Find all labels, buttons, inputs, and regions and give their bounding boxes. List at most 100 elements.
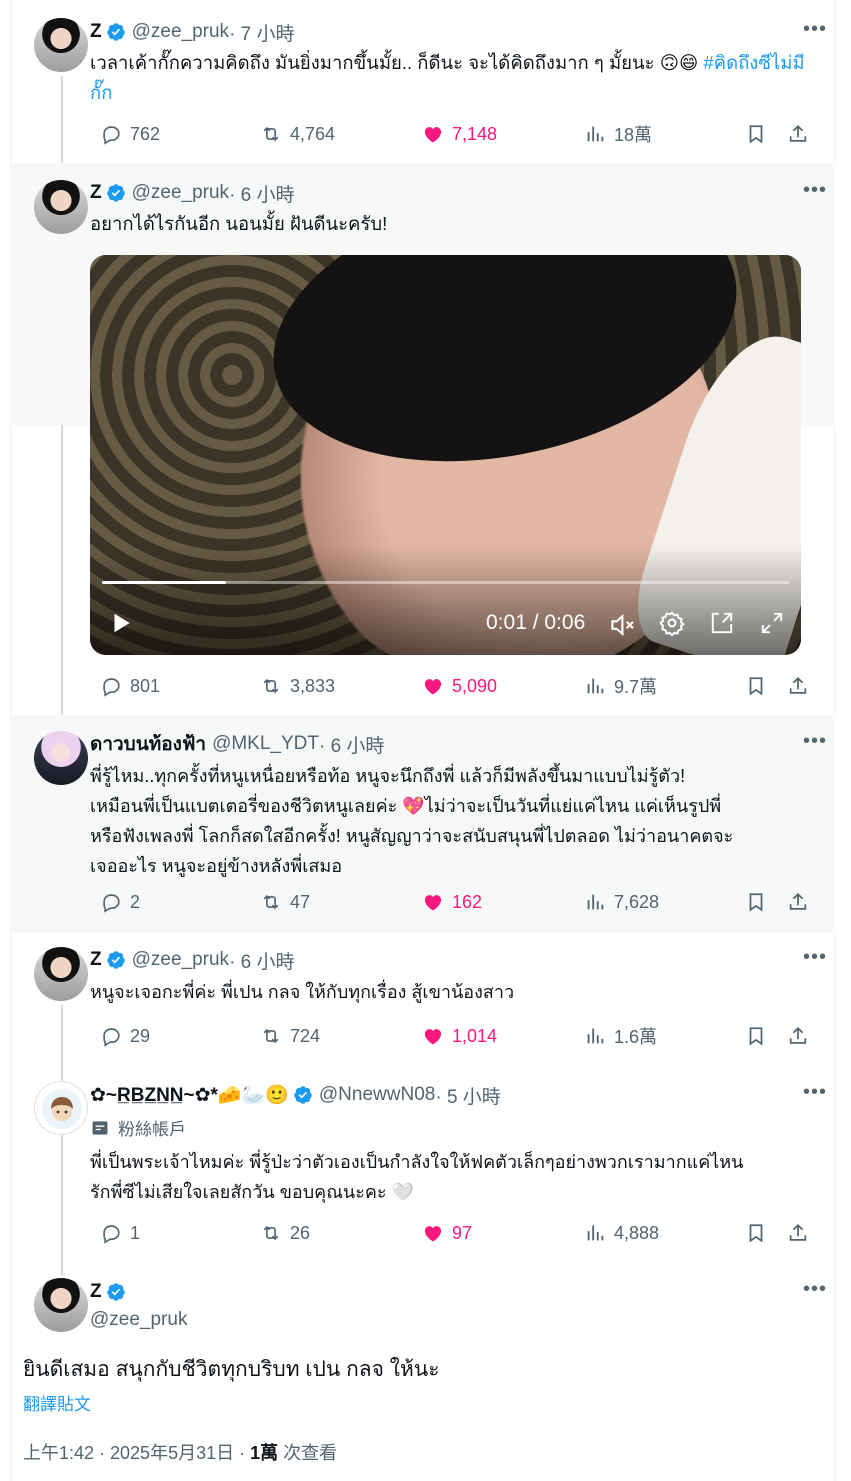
reply-icon [100,1025,122,1047]
timestamp[interactable]: · 5 小時 [435,1082,500,1109]
fan-account-label: 粉絲帳戶 [90,1115,186,1140]
avatar[interactable] [34,1278,88,1332]
bookmark-button[interactable] [745,671,775,701]
pip-icon[interactable] [709,610,735,636]
main-tweet-handle-row: @zee_pruk [90,1306,187,1334]
tweet-header: Z @zee_pruk · 6 小時 [90,946,295,974]
display-name[interactable]: Z [90,949,102,971]
action-bar: 2 47 162 7,628 [90,887,810,917]
timestamp[interactable]: · 6 小時 [229,180,294,207]
share-button[interactable] [787,119,817,149]
video-progress-bar[interactable] [102,581,789,584]
reply-icon [100,1222,122,1244]
play-icon[interactable] [108,610,134,636]
display-name[interactable]: ดาวบนท้องฟ้า [90,729,206,759]
views-icon [584,675,606,697]
bookmark-button[interactable] [745,887,775,917]
more-icon[interactable]: ••• [803,180,827,207]
views-button[interactable]: 18萬 [584,119,652,149]
share-button[interactable] [787,887,817,917]
like-button[interactable]: 97 [422,1218,472,1248]
handle[interactable]: @MKL_YDT [212,733,319,755]
verified-icon [106,183,126,203]
more-icon[interactable]: ••• [803,947,827,974]
view-count: 7,628 [614,891,660,912]
display-name[interactable]: Z [90,21,102,43]
views-button[interactable]: 9.7萬 [584,671,657,701]
more-icon[interactable]: ••• [803,731,827,758]
more-icon[interactable]: ••• [803,1082,827,1109]
video-progress-fill [102,581,226,584]
handle[interactable]: @NnewwN08 [319,1084,435,1106]
repost-button[interactable]: 3,833 [260,671,335,701]
tweet-text-line: หรือฟังเพลงพี่ โลกก็สดใสอีกครั้ง! หนูสัญ… [90,826,734,846]
action-bar: 801 3,833 5,090 9.7萬 [90,671,810,701]
repost-button[interactable]: 26 [260,1218,310,1248]
avatar[interactable] [34,731,88,785]
heart-icon [422,1025,444,1047]
views-icon [584,123,606,145]
verified-icon [106,950,126,970]
main-timestamp[interactable]: 上午1:42 · 2025年5月31日 · [23,1443,250,1463]
tweet-text: พี่เป็นพระเจ้าไหมค่ะ พี่รู้ป่ะว่าตัวเองเ… [90,1147,815,1207]
avatar[interactable] [34,1081,88,1135]
reply-button[interactable]: 762 [100,119,160,149]
repost-icon [260,675,282,697]
views-button[interactable]: 7,628 [584,887,659,917]
share-button[interactable] [787,1218,817,1248]
display-name[interactable]: ✿~R̲B̲Z̲N̲N̲~✿*🧀🦢🙂 [90,1083,289,1107]
timestamp[interactable]: · 6 小時 [319,731,384,758]
repost-button[interactable]: 724 [260,1021,320,1051]
video-player[interactable]: 0:01 / 0:06 [90,255,801,655]
handle[interactable]: @zee_pruk [132,21,229,43]
like-button[interactable]: 1,014 [422,1021,497,1051]
settings-icon[interactable] [659,610,685,636]
reply-button[interactable]: 801 [100,671,160,701]
handle[interactable]: @zee_pruk [90,1309,187,1331]
handle[interactable]: @zee_pruk [132,949,229,971]
reply-button[interactable]: 1 [100,1218,140,1248]
repost-icon [260,123,282,145]
repost-count: 26 [290,1222,311,1243]
like-button[interactable]: 162 [422,887,482,917]
fullscreen-icon[interactable] [759,610,785,636]
repost-button[interactable]: 47 [260,887,310,917]
tweet-text-body: เวลาเค้ากั๊กความคิดถึง มันยิ่งมากขึ้นมั้… [90,52,699,73]
display-name[interactable]: Z [90,1281,102,1303]
share-button[interactable] [787,671,817,701]
bookmark-icon [745,891,767,913]
share-button[interactable] [787,1021,817,1051]
avatar[interactable] [34,947,88,1001]
main-view-label: 次查看 [278,1443,338,1463]
like-button[interactable]: 5,090 [422,671,497,701]
reply-button[interactable]: 29 [100,1021,150,1051]
tweet-header: ดาวบนท้องฟ้า @MKL_YDT · 6 小時 [90,730,384,758]
like-button[interactable]: 7,148 [422,119,497,149]
avatar[interactable] [34,18,88,72]
reply-button[interactable]: 2 [100,887,140,917]
avatar[interactable] [34,180,88,234]
video-controls-shade [90,545,801,655]
display-name[interactable]: Z [90,182,102,204]
timestamp[interactable]: · 7 小時 [229,19,294,46]
mute-icon[interactable] [608,610,638,640]
views-button[interactable]: 1.6萬 [584,1021,657,1051]
bookmark-button[interactable] [745,1021,775,1051]
bookmark-button[interactable] [745,1218,775,1248]
tweet-text-line: เหมือนพี่เป็นแบตเตอรี่ของชีวิตหนูเลยค่ะ … [90,796,722,816]
handle[interactable]: @zee_pruk [132,182,229,204]
views-button[interactable]: 4,888 [584,1218,659,1248]
action-bar: 29 724 1,014 1.6萬 [90,1021,810,1051]
bookmark-button[interactable] [745,119,775,149]
views-icon [584,1222,606,1244]
more-icon[interactable]: ••• [803,1279,827,1306]
more-icon[interactable]: ••• [803,19,827,46]
action-bar: 1 26 97 4,888 [90,1218,810,1248]
reply-icon [100,123,122,145]
translate-link[interactable]: 翻譯貼文 [23,1390,91,1415]
tweet-text: หนูจะเจอกะพี่ค่ะ พี่เปน กลจ ให้กับทุกเรื… [90,982,515,1002]
timestamp[interactable]: · 6 小時 [229,947,294,974]
repost-button[interactable]: 4,764 [260,119,335,149]
main-tweet-text: ยินดีเสมอ สนุกกับชีวิตทุกบริบท เปน กลจ ใ… [23,1358,440,1381]
bookmark-icon [745,1222,767,1244]
